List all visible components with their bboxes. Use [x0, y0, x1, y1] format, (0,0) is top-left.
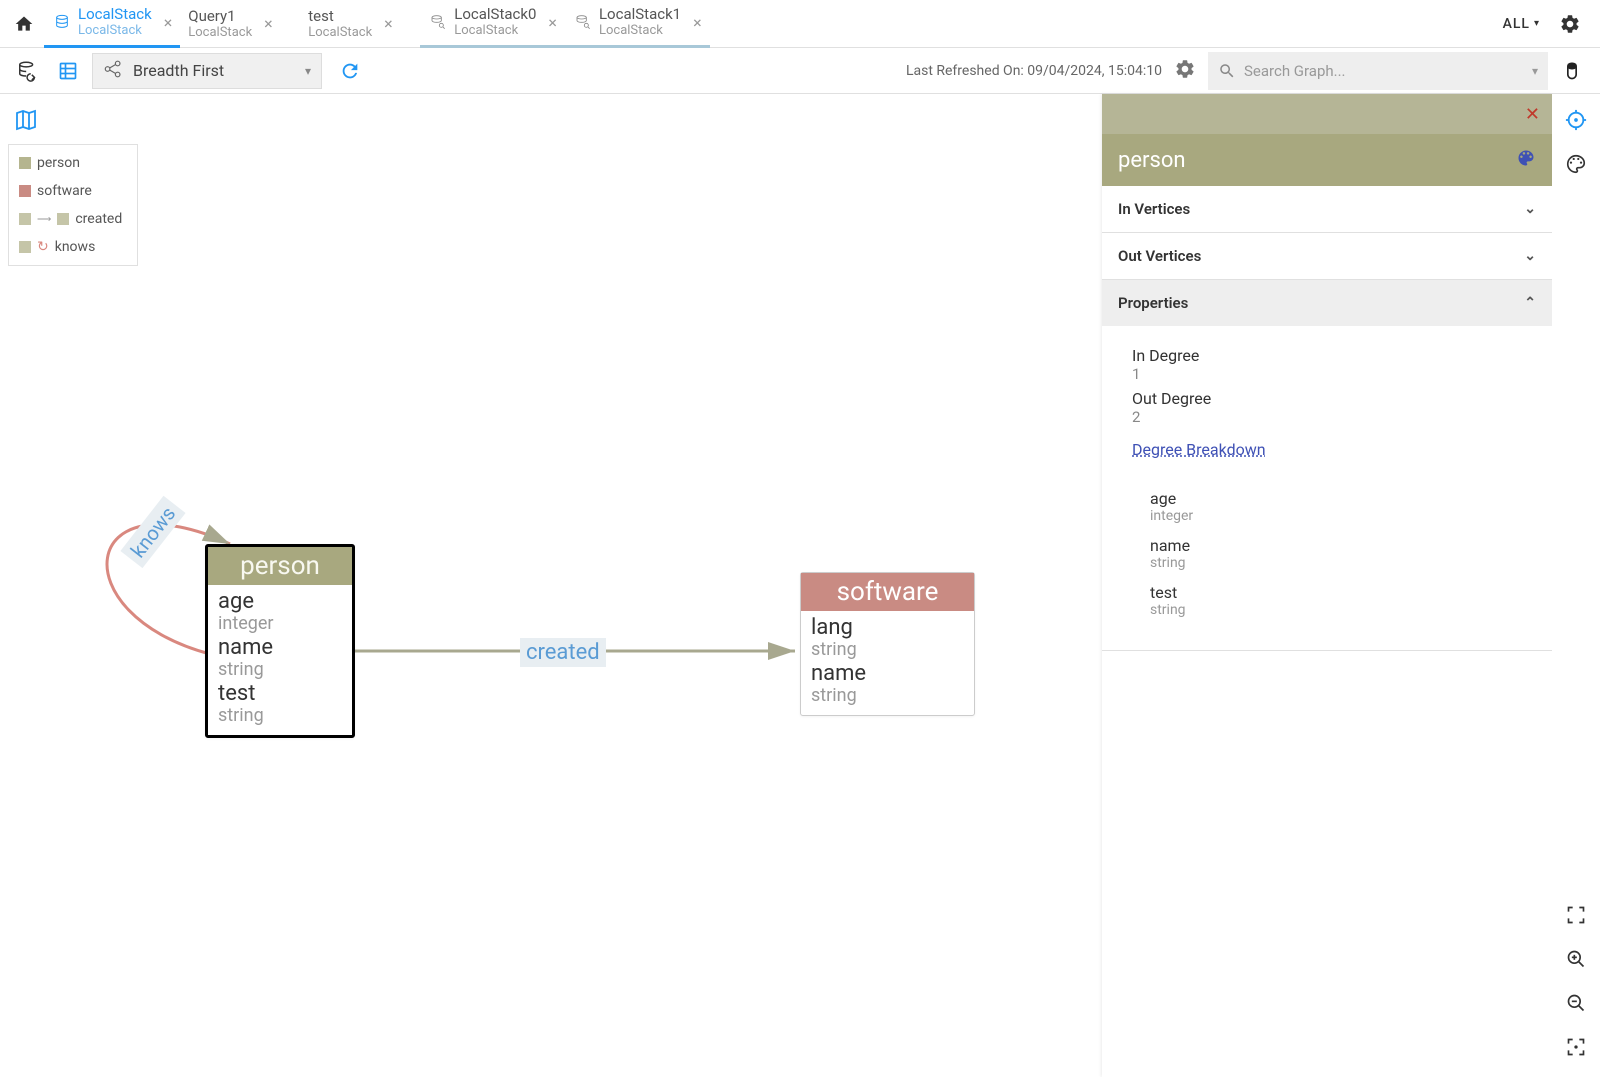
tab-subtitle: LocalStack: [308, 25, 372, 41]
tab-localstack[interactable]: LocalStack LocalStack ×: [44, 0, 180, 48]
graph-settings-button[interactable]: [1174, 58, 1196, 84]
database-icon: [52, 12, 72, 32]
search-input[interactable]: [1244, 62, 1524, 80]
degree-breakdown-link[interactable]: Degree Breakdown: [1132, 440, 1266, 459]
tab-test[interactable]: test LocalStack ×: [300, 0, 420, 48]
last-refreshed-label: Last Refreshed On: 09/04/2024, 15:04:10: [906, 63, 1162, 79]
tab-title: LocalStack1: [599, 5, 681, 23]
legend-item[interactable]: software: [9, 177, 137, 205]
database-query-icon: [428, 12, 448, 32]
details-panel: ✕ person In Vertices⌄ Out Vertices⌄ Prop…: [1102, 94, 1552, 1077]
tab-subtitle: LocalStack: [78, 23, 152, 39]
section-properties[interactable]: Properties⌃: [1102, 280, 1552, 326]
tab-bar: LocalStack LocalStack × Query1 LocalStac…: [0, 0, 1600, 48]
edge-label-created[interactable]: created: [520, 638, 606, 667]
tab-query1[interactable]: Query1 LocalStack ×: [180, 0, 300, 48]
fullscreen-button[interactable]: [1562, 901, 1590, 929]
toolbar: Breadth First Last Refreshed On: 09/04/2…: [0, 48, 1600, 94]
search-box[interactable]: [1208, 52, 1548, 90]
node-software[interactable]: software langstring namestring: [800, 572, 975, 716]
mouse-mode-button[interactable]: [1556, 55, 1588, 87]
section-out-vertices[interactable]: Out Vertices⌄: [1102, 233, 1552, 279]
tab-subtitle: LocalStack: [599, 23, 681, 39]
legend-panel: person software ⟶created ↻knows: [8, 144, 138, 266]
tab-title: LocalStack0: [454, 5, 536, 23]
tab-subtitle: LocalStack: [454, 23, 536, 39]
tab-title: Query1: [188, 7, 252, 25]
legend-item[interactable]: ⟶created: [9, 205, 137, 233]
close-icon[interactable]: ×: [264, 14, 273, 33]
table-view-button[interactable]: [52, 55, 84, 87]
layout-label: Breadth First: [133, 61, 305, 80]
schema-refresh-button[interactable]: [12, 55, 44, 87]
node-person[interactable]: person ageinteger namestring teststring: [205, 544, 355, 738]
node-title: software: [801, 573, 974, 611]
all-dropdown[interactable]: ALL: [1503, 16, 1540, 32]
out-degree-label: Out Degree: [1132, 389, 1522, 408]
graph-layout-icon: [103, 58, 125, 84]
refresh-button[interactable]: [334, 55, 366, 87]
chevron-down-icon: ⌄: [1524, 248, 1536, 264]
minimap-button[interactable]: [14, 108, 38, 136]
right-tool-rail: [1552, 94, 1600, 1077]
tab-localstack1[interactable]: LocalStack1 LocalStack ×: [565, 0, 710, 48]
palette-button[interactable]: [1562, 150, 1590, 178]
section-in-vertices[interactable]: In Vertices⌄: [1102, 186, 1552, 232]
fit-screen-button[interactable]: [1562, 1033, 1590, 1061]
out-degree-value: 2: [1132, 408, 1522, 426]
home-button[interactable]: [8, 8, 40, 40]
tab-localstack0[interactable]: LocalStack0 LocalStack ×: [420, 0, 565, 48]
legend-item[interactable]: ↻knows: [9, 233, 137, 261]
database-query-icon: [573, 12, 593, 32]
chevron-down-icon: ⌄: [1524, 201, 1536, 217]
chevron-up-icon: ⌃: [1524, 295, 1536, 311]
in-degree-label: In Degree: [1132, 346, 1522, 365]
close-icon[interactable]: ×: [384, 14, 393, 33]
node-title: person: [208, 547, 352, 585]
details-title: person: [1118, 148, 1186, 173]
close-icon[interactable]: ×: [693, 13, 702, 32]
in-degree-value: 1: [1132, 365, 1522, 383]
zoom-out-button[interactable]: [1562, 989, 1590, 1017]
settings-button[interactable]: [1556, 10, 1584, 38]
zoom-in-button[interactable]: [1562, 945, 1590, 973]
close-details-button[interactable]: ✕: [1525, 104, 1540, 125]
close-icon[interactable]: ×: [164, 13, 173, 32]
tab-subtitle: LocalStack: [188, 25, 252, 41]
legend-item[interactable]: person: [9, 149, 137, 177]
layout-dropdown[interactable]: Breadth First: [92, 53, 322, 89]
tab-title: LocalStack: [78, 5, 152, 23]
locate-button[interactable]: [1562, 106, 1590, 134]
edge-label-knows[interactable]: knows: [120, 496, 185, 568]
close-icon[interactable]: ×: [548, 13, 557, 32]
palette-icon[interactable]: [1516, 148, 1536, 172]
tab-title: test: [308, 7, 372, 25]
